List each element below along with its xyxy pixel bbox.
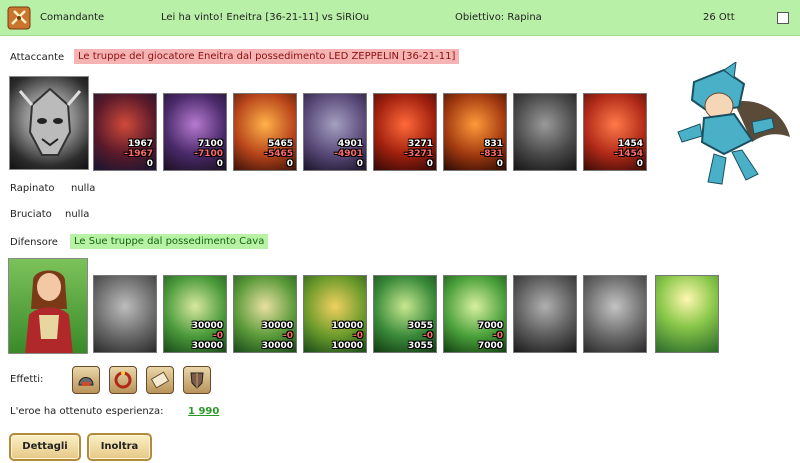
defender-unit-slot[interactable]: 3055 -0 3055 [373, 275, 437, 353]
unit-lost-count: -0 [423, 331, 433, 341]
attacker-description: Le truppe del giocatore Eneitra dal poss… [74, 49, 460, 64]
details-button[interactable]: Dettagli [9, 433, 81, 461]
defender-unit-slot[interactable] [513, 275, 577, 353]
defender-description: Le Sue truppe dal possedimento Cava [70, 234, 269, 249]
knight-mascot-icon [677, 62, 790, 185]
report-date: 26 Ott [703, 12, 735, 23]
unit-lost-count: -831 [480, 149, 503, 159]
unit-remaining-count: 0 [216, 159, 223, 169]
defender-unit-slot[interactable]: 7000 -0 7000 [443, 275, 507, 353]
select-checkbox[interactable] [777, 12, 789, 24]
unit-remaining-count: 0 [356, 159, 363, 169]
unit-remaining-count: 0 [426, 159, 433, 169]
unit-lost-count: -1967 [124, 149, 153, 159]
unit-start-count: 4901 [337, 139, 363, 149]
unit-start-count: 831 [484, 139, 503, 149]
helmet-icon[interactable] [72, 366, 100, 394]
attacker-unit-slot[interactable]: 7100 -7100 0 [163, 93, 227, 171]
demon-mask-icon [18, 87, 82, 156]
attacker-unit-slot[interactable] [513, 93, 577, 171]
unit-start-count: 30000 [191, 321, 223, 331]
unit-start-count: 1454 [617, 139, 643, 149]
report-header: Comandante Lei ha vinto! Eneitra [36-21-… [0, 0, 800, 36]
unit-lost-count: -3271 [404, 149, 433, 159]
defender-label: Difensore [10, 237, 58, 248]
plundered-value: nulla [71, 183, 96, 194]
effects-label: Effetti: [10, 374, 44, 385]
attacker-unit-slot[interactable]: 1967 -1967 0 [93, 93, 157, 171]
battle-report-icon [7, 6, 31, 30]
unit-start-count: 3271 [407, 139, 433, 149]
unit-lost-count: -0 [493, 331, 503, 341]
forward-button[interactable]: Inoltra [87, 433, 152, 461]
unit-remaining-count: 10000 [331, 341, 363, 351]
unit-lost-count: -5465 [264, 149, 293, 159]
unit-start-count: 10000 [331, 321, 363, 331]
defender-unit-slot[interactable] [655, 275, 719, 353]
role-label: Comandante [40, 12, 105, 23]
defender-unit-slot[interactable]: 30000 -0 30000 [233, 275, 297, 353]
plundered-label: Rapinato [10, 183, 55, 194]
experience-value[interactable]: 1 990 [188, 406, 219, 417]
defender-unit-slot[interactable]: 30000 -0 30000 [163, 275, 227, 353]
attacker-unit-slot[interactable]: 1454 -1454 0 [583, 93, 647, 171]
unit-remaining-count: 3055 [407, 341, 433, 351]
unit-start-count: 30000 [261, 321, 293, 331]
experience-label: L'eroe ha ottenuto esperienza: [10, 406, 164, 417]
attacker-unit-slot[interactable]: 3271 -3271 0 [373, 93, 437, 171]
ring-icon[interactable] [109, 366, 137, 394]
attacker-hero-portrait[interactable] [9, 76, 89, 170]
unit-lost-count: -0 [213, 331, 223, 341]
unit-remaining-count: 0 [636, 159, 643, 169]
attacker-unit-slot[interactable]: 4901 -4901 0 [303, 93, 367, 171]
unit-remaining-count: 7000 [477, 341, 503, 351]
unit-start-count: 3055 [407, 321, 433, 331]
unit-lost-count: -7100 [194, 149, 223, 159]
attacker-label: Attaccante [10, 52, 65, 63]
unit-start-count: 5465 [267, 139, 293, 149]
unit-lost-count: -4901 [334, 149, 363, 159]
defender-hero-portrait[interactable] [8, 258, 88, 354]
hero-woman-icon [25, 270, 73, 353]
unit-start-count: 7000 [477, 321, 503, 331]
unit-remaining-count: 30000 [261, 341, 293, 351]
unit-start-count: 7100 [197, 139, 223, 149]
shield-icon[interactable] [183, 366, 211, 394]
objective-label: Obiettivo: Rapina [455, 12, 542, 23]
unit-remaining-count: 0 [286, 159, 293, 169]
unit-remaining-count: 30000 [191, 341, 223, 351]
unit-lost-count: -0 [353, 331, 363, 341]
unit-start-count: 1967 [127, 139, 153, 149]
defender-unit-slot[interactable] [93, 275, 157, 353]
battle-result: Lei ha vinto! Eneitra [36-21-11] vs SiRi… [161, 12, 370, 23]
unit-lost-count: -0 [283, 331, 293, 341]
defender-unit-slot[interactable]: 10000 -0 10000 [303, 275, 367, 353]
burned-label: Bruciato [10, 209, 52, 220]
unit-remaining-count: 0 [146, 159, 153, 169]
unit-remaining-count: 0 [496, 159, 503, 169]
attacker-unit-slot[interactable]: 831 -831 0 [443, 93, 507, 171]
defender-unit-slot[interactable] [583, 275, 647, 353]
burned-value: nulla [65, 209, 90, 220]
scroll-icon[interactable] [146, 366, 174, 394]
attacker-unit-slot[interactable]: 5465 -5465 0 [233, 93, 297, 171]
unit-lost-count: -1454 [614, 149, 643, 159]
